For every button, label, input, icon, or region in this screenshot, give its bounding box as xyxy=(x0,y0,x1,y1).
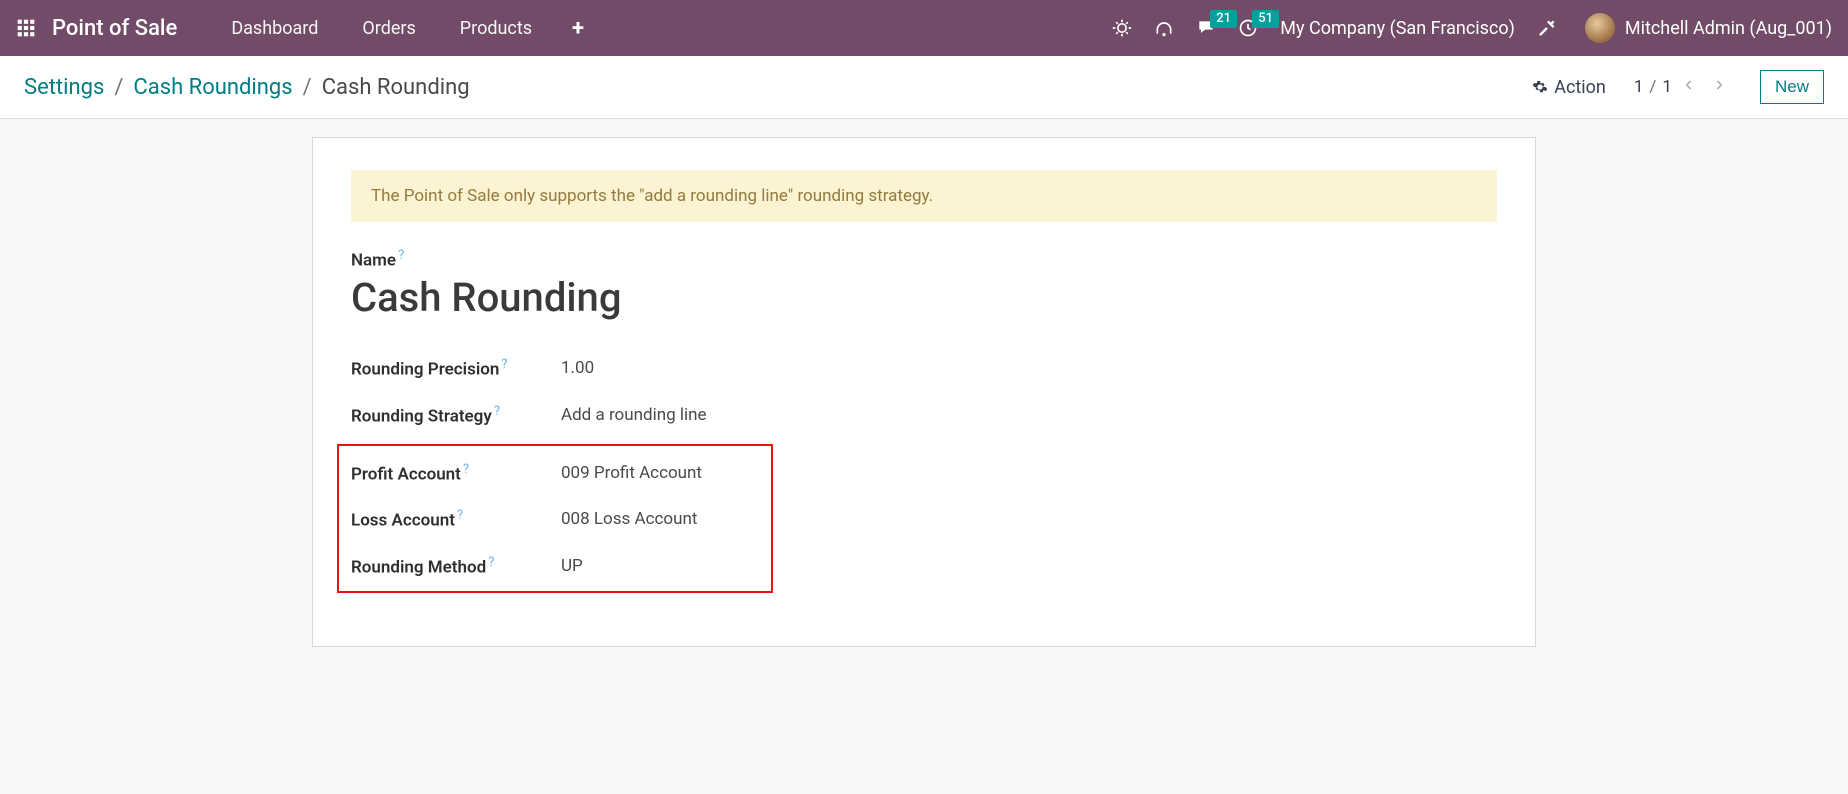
settings-wrench-icon[interactable] xyxy=(1537,18,1557,38)
rounding-precision-label: Rounding Precision xyxy=(351,360,499,380)
pager: 1 / 1 xyxy=(1634,75,1732,99)
pager-total: 1 xyxy=(1662,77,1672,97)
name-label: Name xyxy=(351,250,396,270)
loss-account-label: Loss Account xyxy=(351,511,455,531)
app-brand[interactable]: Point of Sale xyxy=(52,16,177,41)
apps-icon[interactable] xyxy=(16,18,36,38)
loss-account-value[interactable]: 008 Loss Account xyxy=(561,509,697,529)
name-field-group: Name? Cash Rounding xyxy=(351,248,1497,321)
pager-next[interactable] xyxy=(1706,75,1732,99)
name-value[interactable]: Cash Rounding xyxy=(351,274,1497,321)
messaging-badge: 21 xyxy=(1210,10,1237,28)
crumb-sep: / xyxy=(303,75,312,100)
profit-account-label: Profit Account xyxy=(351,464,461,484)
help-icon[interactable]: ? xyxy=(494,404,500,419)
profit-account-value[interactable]: 009 Profit Account xyxy=(561,463,702,483)
control-right: Action 1 / 1 New xyxy=(1532,70,1824,104)
nav-right: 21 51 My Company (San Francisco) Mitchel… xyxy=(1112,13,1832,43)
highlight-box: Profit Account? 009 Profit Account Loss … xyxy=(337,444,773,593)
nav-left: Point of Sale Dashboard Orders Products … xyxy=(16,12,598,45)
nav-orders[interactable]: Orders xyxy=(344,12,433,45)
control-panel: Settings / Cash Roundings / Cash Roundin… xyxy=(0,56,1848,119)
avatar xyxy=(1585,13,1615,43)
main-navbar: Point of Sale Dashboard Orders Products … xyxy=(0,0,1848,56)
row-profit-account: Profit Account? 009 Profit Account xyxy=(351,450,765,496)
rounding-method-label: Rounding Method xyxy=(351,557,486,577)
crumb-current: Cash Rounding xyxy=(322,75,470,100)
rounding-strategy-label: Rounding Strategy xyxy=(351,406,492,426)
help-icon[interactable]: ? xyxy=(488,555,494,570)
crumb-cash-roundings[interactable]: Cash Roundings xyxy=(133,75,292,100)
rounding-method-value[interactable]: UP xyxy=(561,556,583,576)
warning-alert: The Point of Sale only supports the "add… xyxy=(351,170,1497,222)
breadcrumb: Settings / Cash Roundings / Cash Roundin… xyxy=(24,75,470,100)
help-icon[interactable]: ? xyxy=(457,508,463,523)
activities-icon[interactable]: 51 xyxy=(1238,18,1258,38)
activities-badge: 51 xyxy=(1252,10,1279,28)
help-icon[interactable]: ? xyxy=(501,357,507,372)
row-rounding-method: Rounding Method? UP xyxy=(351,543,765,589)
help-icon[interactable]: ? xyxy=(463,462,469,477)
row-loss-account: Loss Account? 008 Loss Account xyxy=(351,496,765,542)
help-icon[interactable]: ? xyxy=(398,248,404,263)
messaging-icon[interactable]: 21 xyxy=(1196,18,1216,38)
nav-new-icon[interactable]: + xyxy=(558,16,598,41)
debug-icon[interactable] xyxy=(1112,18,1132,38)
nav-products[interactable]: Products xyxy=(442,12,550,45)
row-rounding-precision: Rounding Precision? 1.00 xyxy=(351,345,1497,391)
nav-dashboard[interactable]: Dashboard xyxy=(213,12,336,45)
user-menu[interactable]: Mitchell Admin (Aug_001) xyxy=(1579,13,1832,43)
company-switcher[interactable]: My Company (San Francisco) xyxy=(1280,18,1515,39)
user-name: Mitchell Admin (Aug_001) xyxy=(1625,18,1832,39)
pager-prev[interactable] xyxy=(1676,75,1702,99)
action-dropdown[interactable]: Action xyxy=(1532,77,1606,98)
gear-icon xyxy=(1532,79,1548,95)
rounding-strategy-value[interactable]: Add a rounding line xyxy=(561,405,707,425)
pager-current: 1 xyxy=(1634,77,1644,97)
rounding-precision-value[interactable]: 1.00 xyxy=(561,358,594,378)
action-label: Action xyxy=(1554,77,1606,98)
form-sheet: The Point of Sale only supports the "add… xyxy=(312,137,1536,647)
crumb-settings[interactable]: Settings xyxy=(24,75,104,100)
crumb-sep: / xyxy=(114,75,123,100)
support-icon[interactable] xyxy=(1154,18,1174,38)
pager-slash: / xyxy=(1647,77,1658,97)
row-rounding-strategy: Rounding Strategy? Add a rounding line xyxy=(351,392,1497,438)
new-button[interactable]: New xyxy=(1760,70,1824,104)
main-area: The Point of Sale only supports the "add… xyxy=(0,119,1848,647)
